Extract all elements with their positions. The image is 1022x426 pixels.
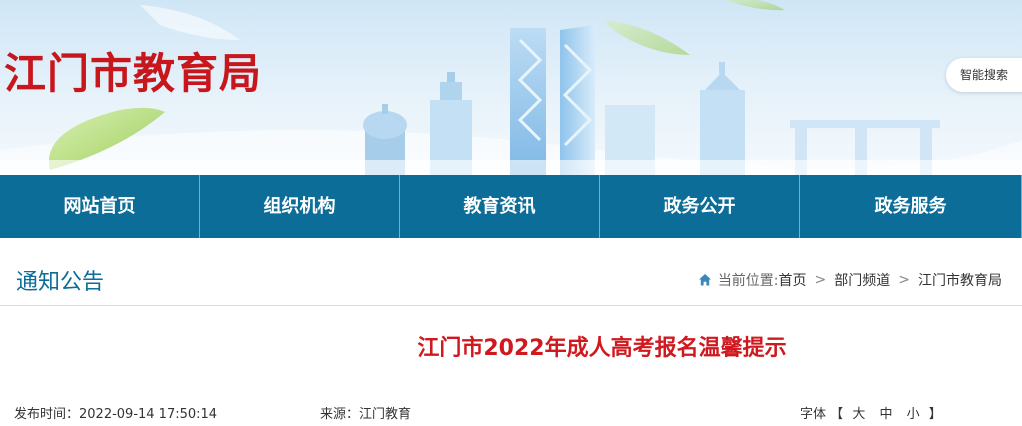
font-size-bracket-close: 】: [928, 407, 942, 422]
article-source: 来源：江门教育: [320, 407, 412, 422]
breadcrumb: 当前位置: 首页 > 部门频道 > 江门市教育局: [698, 270, 1002, 290]
breadcrumb-separator: >: [814, 272, 827, 288]
smart-search-button[interactable]: 智能搜索: [946, 58, 1022, 92]
article-title: 江门市2022年成人高考报名温馨提示: [417, 336, 787, 361]
nav-item-government-services[interactable]: 政务服务: [800, 175, 1022, 238]
breadcrumb-bureau-link[interactable]: 江门市教育局: [918, 270, 1002, 290]
section-header: 通知公告 当前位置: 首页 > 部门频道 > 江门市教育局: [0, 238, 1022, 306]
breadcrumb-department-link[interactable]: 部门频道: [834, 270, 890, 290]
header-banner: 江门市教育局 智能搜索: [0, 0, 1022, 175]
font-size-medium[interactable]: 中: [879, 407, 892, 422]
breadcrumb-separator: >: [898, 272, 910, 288]
font-size-large[interactable]: 大: [852, 407, 865, 422]
font-size-control: 字体 【 大 中 小 】: [800, 403, 942, 422]
breadcrumb-home-link[interactable]: 首页: [779, 270, 807, 290]
main-nav: 网站首页 组织机构 教育资讯 政务公开 政务服务: [0, 175, 1022, 238]
section-title: 通知公告: [16, 270, 105, 295]
nav-item-organization[interactable]: 组织机构: [200, 175, 400, 238]
nav-item-home[interactable]: 网站首页: [0, 175, 200, 238]
publish-time: 发布时间：2022-09-14 17:50:14: [14, 407, 218, 422]
font-size-small[interactable]: 小: [907, 407, 920, 422]
nav-item-government-affairs[interactable]: 政务公开: [600, 175, 800, 238]
font-size-label: 字体: [800, 407, 827, 422]
font-size-bracket-open: 【: [830, 407, 844, 422]
home-icon: [698, 274, 711, 286]
breadcrumb-label: 当前位置:: [717, 273, 779, 289]
site-title: 江门市教育局: [4, 49, 263, 98]
nav-item-education-news[interactable]: 教育资讯: [400, 175, 600, 238]
